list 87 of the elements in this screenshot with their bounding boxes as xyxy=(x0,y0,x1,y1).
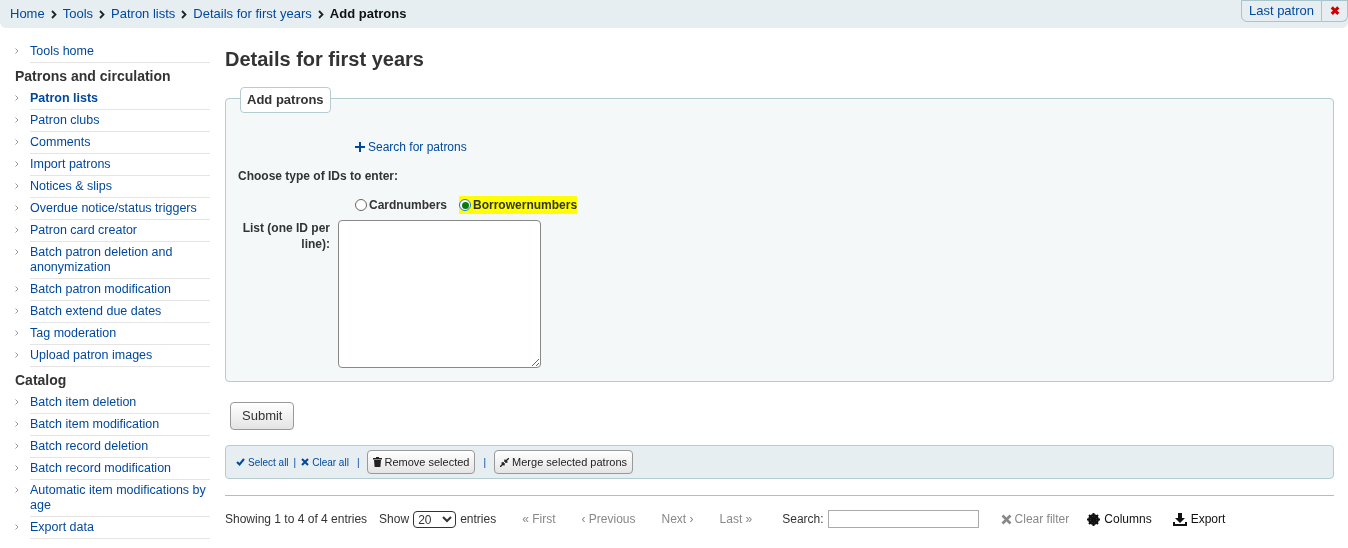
breadcrumb-link[interactable]: Tools xyxy=(62,4,94,24)
id-type-label: Choose type of IDs to enter: xyxy=(237,168,399,185)
bullet-icon xyxy=(15,487,19,493)
sidebar-link[interactable]: Import patrons xyxy=(30,154,210,176)
bullet-icon xyxy=(15,421,19,427)
bullet-icon xyxy=(15,183,19,189)
sidebar-link[interactable]: Automatic item modifications by age xyxy=(30,480,210,517)
bullet-icon xyxy=(15,205,19,211)
bullet-icon xyxy=(15,465,19,471)
checkmark-icon xyxy=(236,458,245,466)
search-field[interactable] xyxy=(827,510,979,528)
sidebar-link[interactable]: Upload patron images xyxy=(30,345,210,367)
id-list-field[interactable] xyxy=(338,220,541,368)
separator: | xyxy=(356,455,360,470)
chevron-icon xyxy=(317,9,324,19)
sidebar-link[interactable]: Batch item deletion xyxy=(30,392,210,414)
last-patron-button[interactable]: Last patron xyxy=(1240,0,1322,22)
sidebar-link[interactable]: Notices & slips xyxy=(30,176,210,198)
sidebar-link[interactable]: Batch record deletion xyxy=(30,436,210,458)
sidebar-link[interactable]: Tools home xyxy=(30,41,210,63)
bullet-icon xyxy=(15,443,19,449)
sidebar-link[interactable]: Batch extend due dates xyxy=(30,301,210,323)
radio-option[interactable]: Cardnumbers xyxy=(355,196,448,214)
bullet-icon xyxy=(15,48,19,54)
breadcrumb-link[interactable]: Patron lists xyxy=(111,4,176,24)
bullet-icon xyxy=(15,227,19,233)
submit-button[interactable]: Submit xyxy=(230,402,295,430)
clear-filter-link[interactable]: Clear filter xyxy=(1000,510,1070,528)
bullet-icon xyxy=(15,524,19,530)
trash-icon xyxy=(373,457,383,467)
sidebar-link[interactable]: Comments xyxy=(30,132,210,154)
pager-link[interactable]: « First xyxy=(522,510,556,528)
sidebar-link[interactable]: Patron lists xyxy=(30,88,210,110)
breadcrumb-link[interactable]: Home xyxy=(10,4,45,24)
page-size-select[interactable]: 20 xyxy=(413,510,457,528)
bullet-icon xyxy=(15,330,19,336)
page-title: Details for first years xyxy=(225,47,425,71)
columns-link[interactable]: Columns xyxy=(1087,510,1152,528)
sidebar-link[interactable]: Batch record modification xyxy=(30,458,210,480)
sidebar-link[interactable]: Overdue notice/status triggers xyxy=(30,198,210,220)
export-link[interactable]: Export xyxy=(1172,510,1226,528)
separator: | xyxy=(293,455,297,470)
entries-info: Showing 1 to 4 of 4 entries xyxy=(225,511,368,528)
sidebar-link[interactable]: Batch patron modification xyxy=(30,279,210,301)
bullet-icon xyxy=(15,286,19,292)
clear-all-link[interactable]: Clear all xyxy=(301,454,349,470)
bullet-icon xyxy=(15,399,19,405)
bullet-icon xyxy=(15,352,19,358)
search-patrons-link[interactable]: Search for patrons xyxy=(355,138,467,156)
sidebar-heading: Catalog xyxy=(15,372,68,389)
merge-selected-button[interactable]: Merge selected patrons xyxy=(494,450,634,474)
settings-icon xyxy=(1087,512,1101,526)
plus-icon xyxy=(355,142,365,152)
sidebar-link[interactable]: Patron clubs xyxy=(30,110,210,132)
legend: Add patrons xyxy=(240,87,331,113)
breadcrumb-link[interactable]: Details for first years xyxy=(193,4,312,24)
x-icon xyxy=(301,458,310,466)
bullet-icon xyxy=(15,308,19,314)
close-icon xyxy=(1000,513,1012,525)
pager-link[interactable]: Last » xyxy=(719,510,753,528)
show-label: Show xyxy=(379,511,410,528)
close-button[interactable]: ✖ xyxy=(1322,0,1348,22)
sidebar-link[interactable]: Batch item modification xyxy=(30,414,210,436)
search-label: Search: xyxy=(782,511,824,528)
pager-link[interactable]: Next › xyxy=(661,510,694,528)
sidebar-link[interactable]: Export data xyxy=(30,517,210,539)
compress-arrows-icon xyxy=(500,457,510,467)
remove-selected-button[interactable]: Remove selected xyxy=(367,450,476,474)
bullet-icon xyxy=(15,117,19,123)
sidebar-heading: Patrons and circulation xyxy=(15,68,172,85)
bullet-icon xyxy=(15,161,19,167)
sidebar-link[interactable]: Batch patron deletion and anonymization xyxy=(30,242,210,279)
chevron-icon xyxy=(99,9,106,19)
bullet-icon xyxy=(15,95,19,101)
pager-link[interactable]: ‹ Previous xyxy=(581,510,636,528)
chevron-icon xyxy=(181,9,188,19)
bullet-icon xyxy=(15,249,19,255)
download-icon xyxy=(1172,512,1187,526)
select-all-link[interactable]: Select all xyxy=(236,454,289,470)
list-label: List (one ID per line): xyxy=(241,220,330,253)
radio-option[interactable]: Borrowernumbers xyxy=(459,196,578,214)
separator: | xyxy=(483,455,487,470)
sidebar-link[interactable]: Patron card creator xyxy=(30,220,210,242)
sidebar-link[interactable]: Tag moderation xyxy=(30,323,210,345)
bullet-icon xyxy=(15,139,19,145)
entries-label: entries xyxy=(460,511,497,528)
chevron-icon xyxy=(50,9,57,19)
